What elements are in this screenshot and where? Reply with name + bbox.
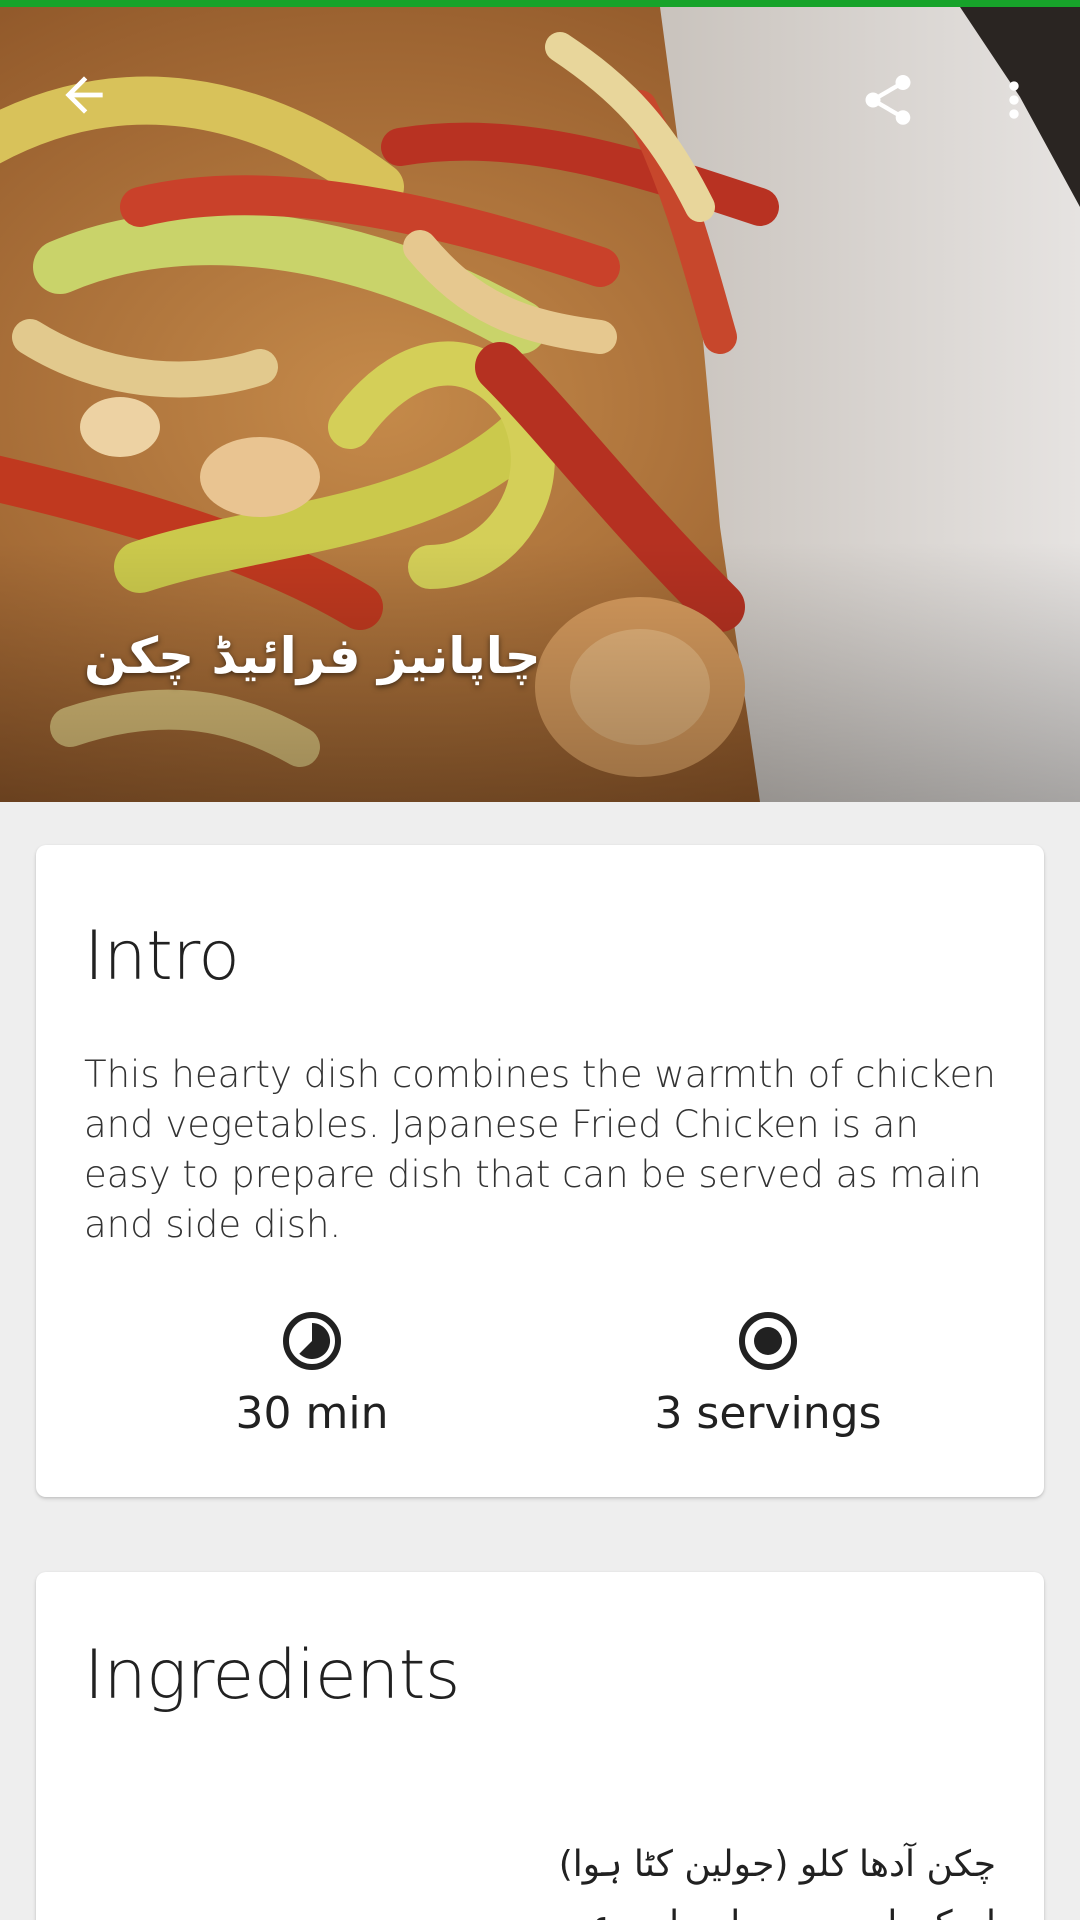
intro-description: This hearty dish combines the warmth of … [84,1053,996,1246]
cook-time-label: 30 min [235,1388,389,1439]
share-icon [865,75,911,125]
intro-card: Intro This hearty dish combines the warm… [36,845,1044,1497]
ingredient-item: چکن آدھا کلو (جولین کٹا ہوا) [558,1844,996,1885]
accent-bar [0,0,1080,7]
servings-label: 3 servings [654,1388,882,1439]
back-button[interactable] [36,47,132,143]
servings-icon [739,1312,797,1370]
recipe-title: چاپانیز فرائیڈ چکن [84,627,541,685]
timer-icon [283,1312,341,1370]
hero-image: چاپانیز فرائیڈ چکن [0,7,1080,802]
share-button[interactable] [840,52,936,148]
recipe-screen: چاپانیز فرائیڈ چکن Intro This hearty dis… [0,0,1080,1920]
ingredients-heading: Ingredients [84,1636,460,1715]
arrow-back-icon [65,76,103,114]
more-options-button[interactable] [966,52,1062,148]
cook-time: 30 min [152,1310,472,1439]
ingredient-item: ادرک، لہسن پیسا ہوا دو عدد [556,1904,996,1920]
intro-heading: Intro [84,917,240,996]
ingredients-card: Ingredients چکن آدھا کلو (جولین کٹا ہوا)… [36,1572,1044,1920]
more-vertical-icon [1009,81,1019,119]
servings: 3 servings [608,1310,928,1439]
